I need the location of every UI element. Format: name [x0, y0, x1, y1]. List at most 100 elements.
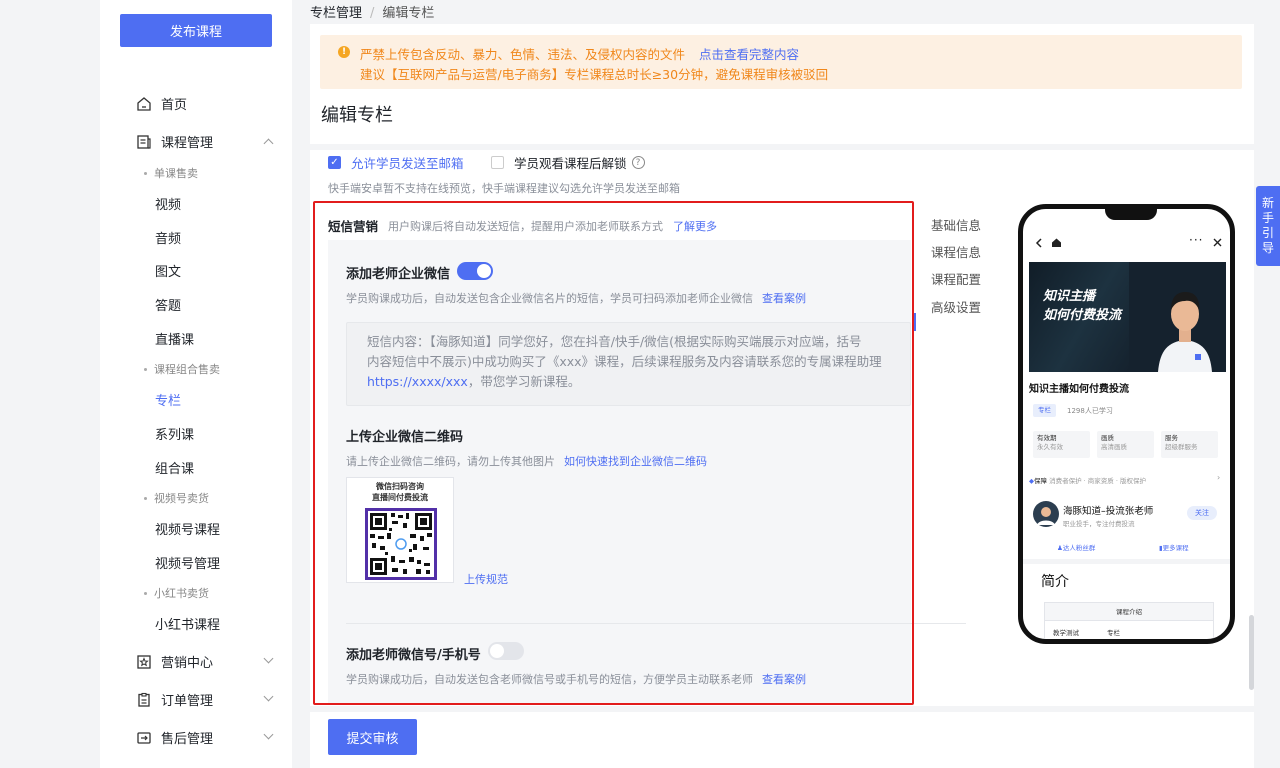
group-single-sale: 单课售卖 — [144, 165, 198, 181]
unlock-after-watch-checkbox[interactable]: 学员观看课程后解锁 ? — [491, 153, 645, 172]
submit-bar — [310, 712, 1254, 768]
intro-table-header: 课程介绍 — [1045, 603, 1213, 621]
guide-char-1: 新 — [1261, 196, 1274, 210]
breadcrumb-separator: / — [370, 6, 375, 21]
allow-email-checkbox[interactable]: ✓ 允许学员发送至邮箱 — [328, 153, 464, 172]
preview-course-title: 知识主播如何付费投流 — [1029, 384, 1129, 395]
nav-orders-label: 订单管理 — [161, 694, 214, 709]
cover-title-line-2: 如何付费投流 — [1043, 308, 1122, 323]
anchor-advanced[interactable]: 高级设置 — [931, 297, 981, 316]
page-title: 编辑专栏 — [321, 105, 393, 126]
allow-email-label: 允许学员发送至邮箱 — [351, 156, 464, 171]
group-channels: 视频号卖货 — [144, 490, 209, 506]
breadcrumb-parent[interactable]: 专栏管理 — [310, 6, 362, 21]
anchor-course-config[interactable]: 课程配置 — [931, 269, 981, 288]
nav-series[interactable]: 系列课 — [155, 424, 194, 443]
intro-heading: 简介 — [1041, 574, 1069, 590]
mobile-preview: ··· 知识主播 如何付费投流 知识主播如何付费投流 专栏 1298人已学习 有效… — [1018, 204, 1235, 644]
guide-char-2: 手 — [1261, 211, 1274, 225]
intro-row-value: 专栏 — [1107, 629, 1120, 637]
nav-marketing[interactable]: 营销中心 — [136, 652, 213, 671]
checkbox-unchecked-icon[interactable] — [491, 156, 504, 169]
breadcrumb: 专栏管理 / 编辑专栏 — [310, 2, 434, 21]
nav-audio[interactable]: 音频 — [155, 228, 181, 247]
feature-validity: 有效期 永久有效 — [1033, 431, 1090, 458]
publish-course-button[interactable]: 发布课程 — [120, 14, 272, 47]
feature-sub: 超级群服务 — [1165, 443, 1198, 451]
section-gap — [1023, 559, 1230, 564]
nav-after-sale[interactable]: 售后管理 — [136, 728, 213, 747]
back-icon — [1035, 238, 1042, 248]
checkbox-checked-icon[interactable]: ✓ — [328, 156, 341, 169]
chevron-down-icon[interactable] — [263, 729, 274, 740]
warning-line-2: 建议【互联网产品与运营/电子商务】专栏课程总时长≥30分钟，避免课程审核被驳回 — [360, 67, 829, 82]
cover-title-line-1: 知识主播 — [1043, 289, 1096, 304]
guarantee-label: 保障 — [1034, 477, 1047, 485]
feature-title: 服务 — [1165, 434, 1178, 442]
nav-xhs-course[interactable]: 小红书课程 — [155, 614, 220, 633]
cover-title: 知识主播如何付费投流 — [1043, 287, 1121, 325]
submit-review-button[interactable]: 提交审核 — [328, 719, 417, 755]
teacher-name: 海豚知道–投流张老师 — [1063, 506, 1154, 517]
fans-group-label: 达人粉丝群 — [1062, 544, 1096, 552]
follow-button[interactable]: 关注 — [1187, 506, 1217, 520]
view-full-content-link[interactable]: 点击查看完整内容 — [699, 47, 799, 62]
chevron-down-icon[interactable] — [263, 653, 274, 664]
guarantee-row: ◆保障 消费者保护 · 商家资质 · 版权保护 — [1029, 475, 1146, 485]
scrollbar-thumb[interactable] — [1249, 615, 1254, 690]
warning-line-1: 严禁上传包含反动、暴力、色情、违法、及侵权内容的文件 点击查看完整内容 — [360, 44, 799, 63]
nav-bundle[interactable]: 组合课 — [155, 458, 194, 477]
preview-tag: 专栏 — [1033, 404, 1056, 417]
header-card: ! 严禁上传包含反动、暴力、色情、违法、及侵权内容的文件 点击查看完整内容 建议【… — [310, 24, 1254, 144]
nav-quiz[interactable]: 答题 — [155, 295, 181, 314]
course-icon — [137, 134, 151, 149]
fans-group-link[interactable]: ♟达人粉丝群 — [1057, 542, 1095, 552]
nav-after-sale-label: 售后管理 — [161, 732, 214, 747]
nav-orders[interactable]: 订单管理 — [136, 690, 213, 709]
chevron-down-icon[interactable] — [263, 691, 274, 702]
kuaishou-hint: 快手端安卓暂不支持在线预览，快手端课程建议勾选允许学员发送至邮箱 — [328, 182, 680, 195]
nav-home[interactable]: 首页 — [136, 94, 187, 113]
guarantee-text: 消费者保护 · 商家资质 · 版权保护 — [1049, 477, 1146, 485]
chevron-right-icon: › — [1217, 473, 1221, 482]
more-icon: ··· — [1189, 233, 1204, 247]
nav-channels-course[interactable]: 视频号课程 — [155, 519, 220, 538]
intro-row-label: 教学测试 — [1053, 629, 1079, 637]
beginner-guide-tab[interactable]: 新 手 引 导 — [1256, 186, 1280, 266]
anchor-basic-info[interactable]: 基础信息 — [931, 215, 981, 234]
marketing-icon — [137, 654, 151, 669]
guide-char-3: 引 — [1261, 226, 1274, 240]
after-sale-icon — [137, 731, 151, 744]
nav-live[interactable]: 直播课 — [155, 329, 194, 348]
teacher-desc: 职业投手，专注付费投流 — [1063, 520, 1135, 528]
more-courses-link[interactable]: ▮更多课程 — [1159, 542, 1189, 552]
nav-video[interactable]: 视频 — [155, 194, 181, 213]
anchor-active-indicator — [914, 313, 916, 331]
guide-char-4: 导 — [1261, 241, 1274, 255]
feature-title: 有效期 — [1037, 434, 1057, 442]
feature-sub: 永久有效 — [1037, 443, 1063, 451]
order-icon — [138, 692, 150, 707]
nav-marketing-label: 营销中心 — [161, 656, 214, 671]
anchor-course-info[interactable]: 课程信息 — [931, 242, 981, 261]
home-icon — [1052, 238, 1061, 247]
help-icon[interactable]: ? — [631, 156, 645, 169]
nav-home-label: 首页 — [161, 98, 188, 113]
sidebar: 发布课程 首页 课程管理 单课售卖 视频 音频 图文 答题 直播课 课程组合售卖… — [100, 0, 292, 768]
group-combo-sale: 课程组合售卖 — [144, 361, 220, 377]
close-icon — [1213, 238, 1222, 247]
home-icon — [137, 96, 151, 111]
feature-service: 服务 超级群服务 — [1161, 431, 1218, 458]
teacher-avatar — [1033, 501, 1059, 527]
feature-quality: 画质 高清画质 — [1097, 431, 1154, 458]
nav-channels-manage[interactable]: 视频号管理 — [155, 553, 220, 572]
nav-course-management[interactable]: 课程管理 — [136, 132, 276, 151]
warning-icon: ! — [338, 46, 350, 58]
group-xiaohongshu: 小红书卖货 — [144, 585, 209, 601]
nav-article[interactable]: 图文 — [155, 261, 181, 280]
breadcrumb-current: 编辑专栏 — [382, 6, 435, 21]
highlight-annotation-box — [313, 201, 914, 705]
feature-sub: 高清画质 — [1101, 443, 1127, 451]
warning-text-1: 严禁上传包含反动、暴力、色情、违法、及侵权内容的文件 — [360, 47, 686, 62]
nav-column[interactable]: 专栏 — [155, 390, 181, 409]
